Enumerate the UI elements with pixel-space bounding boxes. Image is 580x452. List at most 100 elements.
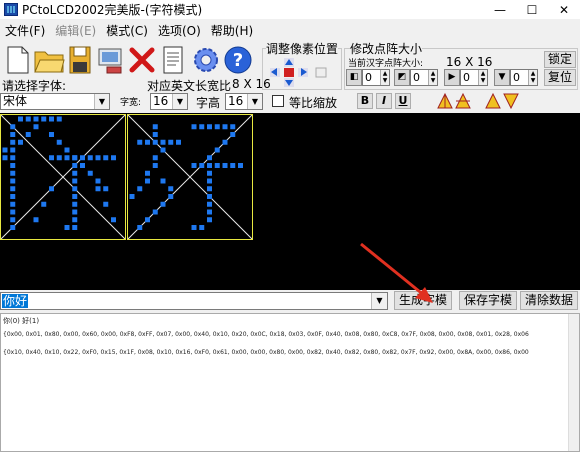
menu-help[interactable]: 帮助(H) [206, 22, 258, 40]
pixel [152, 209, 158, 215]
pixel [230, 132, 236, 137]
pixel [41, 201, 47, 207]
pixel [207, 194, 212, 199]
pixel [18, 116, 23, 122]
notes-icon[interactable] [157, 44, 189, 76]
rotate-icon [315, 67, 327, 78]
settings-gear-icon[interactable] [190, 44, 222, 76]
en-ratio-label: 对应英文长宽比 [147, 79, 232, 93]
height-grow-icon[interactable]: ▼ [494, 69, 510, 86]
pixel [207, 170, 212, 176]
import-export-icon[interactable] [95, 44, 127, 76]
delete-x-icon[interactable] [126, 44, 158, 76]
menu-mode[interactable]: 模式(C) [101, 22, 153, 40]
rotate-right-icon [503, 93, 519, 110]
font-width-select[interactable]: 16 ▼ [150, 93, 188, 110]
output-textarea[interactable]: 你(0) 好(1) {0x00, 0x01, 0x80, 0x00, 0x60,… [0, 313, 580, 452]
title-bar: PCtoLCD2002完美版-(字符模式) — ☐ ✕ [0, 0, 580, 19]
char-cell-1[interactable] [127, 114, 253, 240]
pixel [152, 132, 158, 137]
center-icon [284, 68, 294, 77]
height-spin-2[interactable]: 0 ▲ ▼ [510, 69, 538, 86]
pixel [222, 163, 228, 168]
current-size-label: 当前汉字点阵大小: [348, 59, 424, 69]
spin-arrows-icon[interactable]: ▲ ▼ [428, 70, 437, 85]
chevron-down-icon[interactable]: ▼ [247, 94, 262, 109]
width-shrink-icon[interactable]: ◧ [346, 69, 362, 86]
pixel [49, 186, 54, 192]
width-spin-1[interactable]: 0 ▲ ▼ [362, 69, 390, 86]
underline-button[interactable]: U [395, 93, 411, 109]
pixel [214, 124, 220, 130]
pixel [72, 217, 78, 223]
italic-button[interactable]: I [376, 93, 392, 109]
scale-checkbox[interactable] [272, 95, 284, 107]
pixel [152, 155, 158, 161]
pixel [72, 186, 78, 192]
pixel [238, 163, 243, 168]
save-button[interactable]: 保存字模 [459, 291, 517, 310]
lock-button[interactable]: 锁定 [544, 51, 576, 68]
chevron-down-icon[interactable]: ▼ [94, 94, 109, 109]
height-shrink-icon[interactable]: ◩ [394, 69, 410, 86]
width-spin-2[interactable]: 0 ▲ ▼ [460, 69, 488, 86]
rotate-tools[interactable] [484, 92, 522, 110]
restore-button[interactable]: 复位 [544, 69, 576, 86]
pixel [145, 217, 150, 223]
clear-button[interactable]: 清除数据 [520, 291, 578, 310]
bold-button[interactable]: B [357, 93, 373, 109]
pixel [214, 147, 220, 153]
scale-checkbox-label: 等比缩放 [289, 96, 338, 110]
chevron-down-icon[interactable]: ▼ [172, 94, 187, 109]
pixel [152, 139, 158, 145]
menu-edit[interactable]: 编辑(E) [50, 22, 101, 40]
pixel [168, 139, 174, 145]
move-right-icon [298, 68, 308, 77]
font-height-value: 16 [228, 94, 244, 108]
spin-arrows-icon[interactable]: ▲ ▼ [380, 70, 389, 85]
char-grid-0 [1, 115, 125, 239]
spin-value: 0 [463, 71, 470, 84]
font-height-select[interactable]: 16 ▼ [225, 93, 263, 110]
text-input[interactable]: 你好 ▼ [0, 292, 388, 310]
pixel [64, 147, 70, 153]
menu-options[interactable]: 选项(O) [153, 22, 206, 40]
open-folder-icon[interactable] [33, 44, 65, 76]
pixel [103, 201, 109, 207]
mirror-tools[interactable] [436, 92, 474, 110]
pixel [207, 209, 212, 215]
vertical-scrollbar[interactable] [568, 314, 579, 451]
pixel [160, 147, 166, 153]
pixel [56, 139, 62, 145]
dot-matrix-canvas[interactable] [0, 113, 580, 290]
spin-value: 0 [513, 71, 520, 84]
spin-arrows-icon[interactable]: ▲ ▼ [478, 70, 487, 85]
height-spin-1[interactable]: 0 ▲ ▼ [410, 69, 438, 86]
pixel-move-arrows[interactable] [270, 58, 330, 88]
help-icon[interactable]: ? [222, 44, 254, 76]
close-button[interactable]: ✕ [548, 0, 580, 19]
move-up-icon [284, 58, 294, 67]
pixel [72, 163, 78, 168]
minimize-button[interactable]: — [484, 0, 516, 19]
move-down-icon [284, 78, 294, 87]
pixel [191, 124, 197, 130]
font-select[interactable]: 宋体 ▼ [0, 93, 110, 110]
maximize-button[interactable]: ☐ [516, 0, 548, 19]
pixel [95, 186, 101, 192]
pixel [160, 139, 166, 145]
pixel [137, 139, 143, 145]
font-height-label: 字高 [196, 96, 221, 110]
save-disk-icon[interactable] [64, 44, 96, 76]
pixel [103, 186, 109, 192]
pixel [160, 201, 166, 207]
app-window: PCtoLCD2002完美版-(字符模式) — ☐ ✕ 文件(F) 编辑(E) … [0, 0, 580, 452]
width-grow-icon[interactable]: ▶ [444, 69, 460, 86]
pixel [10, 225, 16, 230]
new-file-icon[interactable] [2, 44, 34, 76]
pixel [18, 139, 23, 145]
char-cell-0[interactable] [0, 114, 126, 240]
pixel [95, 155, 101, 161]
menu-file[interactable]: 文件(F) [0, 22, 50, 40]
spin-arrows-icon[interactable]: ▲ ▼ [528, 70, 537, 85]
